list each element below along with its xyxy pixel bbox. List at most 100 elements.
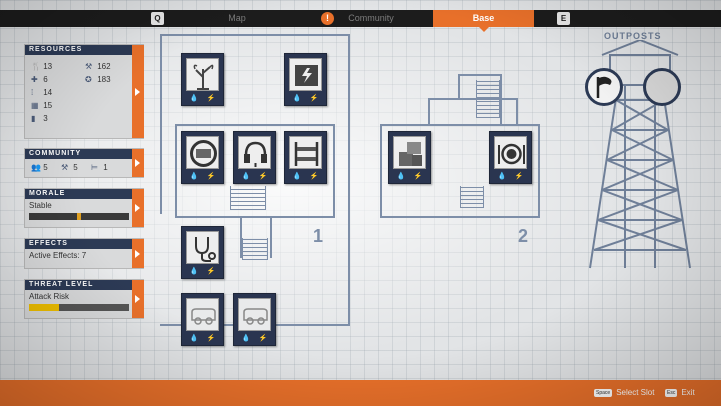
- water-icon: 💧: [189, 173, 199, 180]
- community-expand-arrow-icon[interactable]: [132, 149, 144, 177]
- resource-food-value: 13: [43, 62, 53, 71]
- effects-title: EFFECTS: [25, 239, 143, 249]
- next-tab-key[interactable]: E: [557, 12, 570, 25]
- food-icon: 🍴: [31, 62, 41, 71]
- morale-status: Stable: [29, 201, 52, 210]
- morale-title: MORALE: [25, 189, 143, 199]
- tab-community[interactable]: Community: [322, 10, 402, 27]
- resource-ammo: ⁞ 14: [31, 87, 52, 99]
- power-icon: ⚡: [206, 95, 216, 102]
- morale-panel[interactable]: MORALE Stable: [24, 188, 144, 228]
- flag-icon: [596, 76, 612, 98]
- select-slot-button[interactable]: Space Select Slot: [594, 386, 654, 400]
- threat-status: Attack Risk: [29, 292, 70, 301]
- top-nav-bar: Q Map ! Community Base E: [0, 10, 721, 32]
- power-icon: ⚡: [309, 173, 319, 180]
- threat-panel[interactable]: THREAT LEVEL Attack Risk: [24, 279, 144, 319]
- slot-radio[interactable]: 💧 ⚡: [233, 131, 276, 184]
- slot-vehicle-2[interactable]: 💧 ⚡: [233, 293, 276, 346]
- community-panel[interactable]: COMMUNITY 👥 5 ⚒ 5 ⊨ 1: [24, 148, 144, 178]
- tab-base[interactable]: Base: [433, 10, 534, 32]
- power-icon: ⚡: [206, 268, 216, 275]
- resource-materials-value: 15: [43, 101, 53, 110]
- community-survivors-value: 5: [43, 163, 48, 172]
- water-icon: 💧: [241, 173, 251, 180]
- medicine-icon: ✚: [31, 75, 38, 84]
- outpost-slot-1[interactable]: [585, 68, 623, 106]
- slot-kitchen[interactable]: 💧 ⚡: [489, 131, 532, 184]
- power-icon: ⚡: [413, 173, 423, 180]
- power-icon: ⚡: [514, 173, 524, 180]
- plant-icon: [186, 58, 219, 91]
- power-icon: ⚡: [206, 173, 216, 180]
- slot-garden[interactable]: 💧 ⚡: [181, 53, 224, 106]
- community-beds-value: 1: [103, 163, 108, 172]
- building-2-number: 2: [518, 226, 529, 246]
- tab-map[interactable]: Map: [200, 10, 274, 27]
- bed-icon: ⊨: [91, 163, 98, 172]
- resources-title: RESOURCES: [25, 45, 143, 55]
- select-slot-label: Select Slot: [616, 388, 655, 397]
- fuel-icon: ▮: [31, 114, 36, 123]
- morale-bar: [29, 213, 129, 220]
- threat-bar-fill: [29, 304, 59, 311]
- materials-icon: ▦: [31, 101, 39, 110]
- slot-vehicle-1[interactable]: 💧 ⚡: [181, 293, 224, 346]
- select-key-hint: Space: [594, 388, 613, 397]
- resource-fuel: ▮ 3: [31, 113, 48, 125]
- bottom-bar: Space Select Slot Esc Exit: [0, 380, 721, 406]
- crate-icon: [393, 136, 426, 169]
- community-workers-value: 5: [73, 163, 78, 172]
- effects-panel[interactable]: EFFECTS Active Effects: 7: [24, 238, 144, 269]
- survivors-icon: 👥: [31, 163, 41, 172]
- bathtub-icon: [186, 136, 219, 169]
- morale-bar-marker: [77, 213, 81, 220]
- water-icon: 💧: [396, 173, 406, 180]
- workers-icon: ⚒: [61, 163, 69, 172]
- water-icon: 💧: [497, 173, 507, 180]
- water-icon: 💧: [292, 173, 302, 180]
- slot-infirmary[interactable]: 💧 ⚡: [181, 226, 224, 279]
- exit-button[interactable]: Esc Exit: [665, 386, 695, 400]
- resource-materials: ▦ 15: [31, 100, 52, 112]
- exit-label: Exit: [681, 388, 695, 397]
- slot-bunks[interactable]: 💧 ⚡: [284, 131, 327, 184]
- prev-tab-key[interactable]: Q: [151, 12, 164, 25]
- slot-storage[interactable]: 💧 ⚡: [181, 131, 224, 184]
- water-icon: 💧: [189, 268, 199, 275]
- headset-icon: [238, 136, 271, 169]
- threat-title: THREAT LEVEL: [25, 280, 143, 290]
- outpost-slot-2[interactable]: [643, 68, 681, 106]
- vehicle-icon: [238, 298, 271, 331]
- community-title: COMMUNITY: [25, 149, 143, 159]
- resource-fuel-value: 3: [43, 114, 48, 123]
- resources-expand-arrow-icon[interactable]: [132, 45, 144, 138]
- resource-tools: ⚒ 162: [85, 61, 111, 73]
- resource-medicine: ✚ 6: [31, 74, 48, 86]
- effects-text: Active Effects: 7: [29, 251, 87, 260]
- power-icon: ⚡: [309, 95, 319, 102]
- building-1-number: 1: [313, 226, 324, 246]
- water-icon: 💧: [189, 335, 199, 342]
- community-beds: ⊨ 1: [91, 162, 108, 174]
- stethoscope-icon: [186, 231, 219, 264]
- community-workers: ⚒ 5: [61, 162, 78, 174]
- water-icon: 💧: [241, 335, 251, 342]
- power-icon: ⚡: [258, 173, 268, 180]
- bunk-bed-icon: [289, 136, 322, 169]
- water-icon: 💧: [189, 95, 199, 102]
- plate-icon: [494, 136, 527, 169]
- slot-crates[interactable]: 💧 ⚡: [388, 131, 431, 184]
- slot-generator[interactable]: 💧 ⚡: [284, 53, 327, 106]
- exit-key-hint: Esc: [665, 388, 678, 397]
- vehicle-icon: [186, 298, 219, 331]
- resource-influence-value: 183: [97, 75, 111, 84]
- resource-food: 🍴 13: [31, 61, 52, 73]
- resource-medicine-value: 6: [43, 75, 48, 84]
- resource-influence: ✪ 183: [85, 74, 111, 86]
- influence-icon: ✪: [85, 75, 92, 84]
- resource-ammo-value: 14: [43, 88, 53, 97]
- resource-tools-value: 162: [97, 62, 111, 71]
- power-icon: ⚡: [206, 335, 216, 342]
- resources-panel[interactable]: RESOURCES 🍴 13 ✚ 6 ⁞ 14 ▦ 15 ▮ 3 ⚒ 162 ✪…: [24, 44, 144, 139]
